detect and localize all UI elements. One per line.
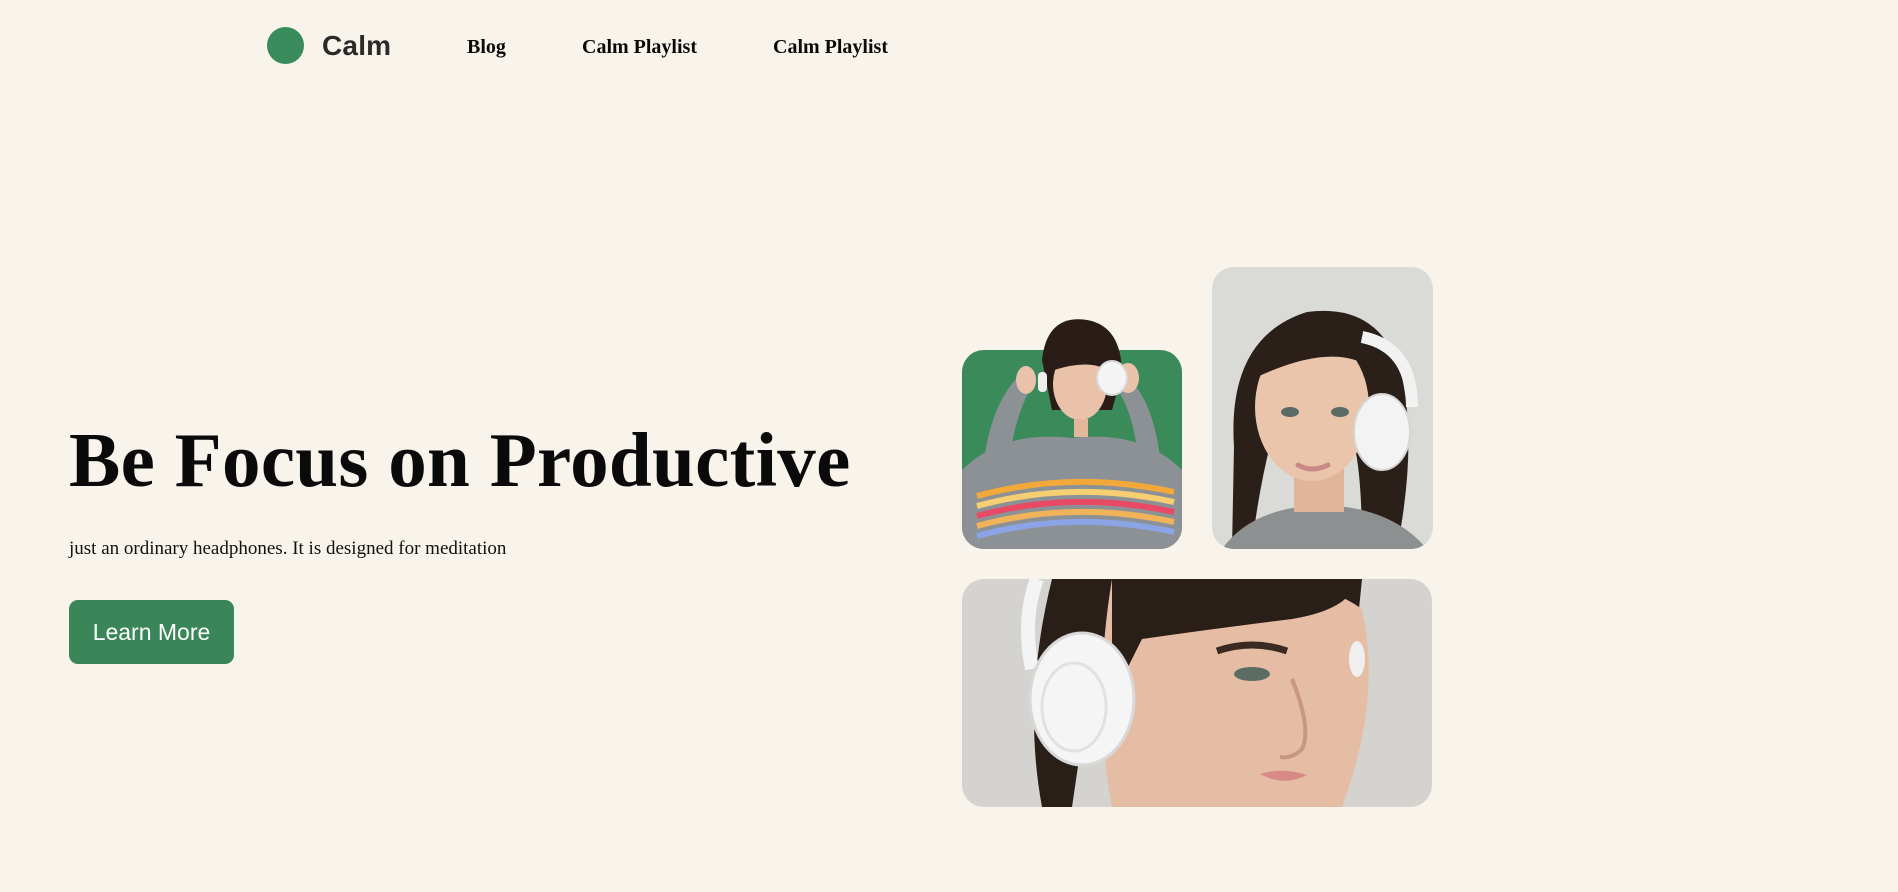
learn-more-button[interactable]: Learn More: [69, 600, 234, 664]
hero-subtitle: just an ordinary headphones. It is desig…: [69, 538, 507, 559]
brand-name: Calm: [322, 29, 392, 61]
hero-image-closeup: [962, 579, 1432, 807]
logo-circle-icon: [267, 27, 304, 64]
nav-link-calm-playlist-2[interactable]: Calm Playlist: [773, 36, 888, 59]
navbar: Calm Blog Calm Playlist Calm Playlist: [0, 0, 1898, 96]
hero-image-green-backdrop: [962, 319, 1182, 549]
nav-link-blog[interactable]: Blog: [467, 36, 506, 59]
hero-title: Be Focus on Productive: [69, 417, 851, 503]
hero-image-portrait: [1212, 267, 1433, 549]
nav-link-calm-playlist[interactable]: Calm Playlist: [582, 36, 697, 59]
brand-logo[interactable]: Calm: [267, 27, 391, 64]
